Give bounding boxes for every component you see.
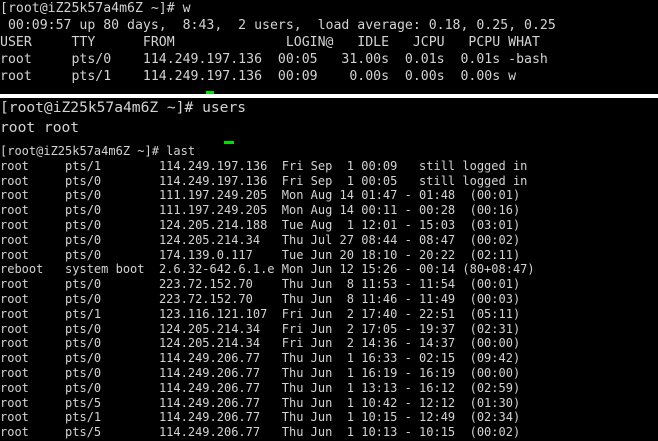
terminal-line: root pts/1 114.249.197.136 Fri Sep 1 00:…: [0, 158, 528, 173]
terminal-pane-users[interactable]: [root@iZ25k57a4m6Z ~]# users root root: [0, 98, 658, 144]
terminal-line: [root@iZ25k57a4m6Z ~]# last: [0, 144, 196, 158]
terminal-window[interactable]: [root@iZ25k57a4m6Z ~]# w 00:09:57 up 80 …: [0, 0, 658, 441]
terminal-line: root pts/5 114.249.206.77 Thu Jun 1 10:4…: [0, 395, 521, 410]
terminal-pane-w[interactable]: [root@iZ25k57a4m6Z ~]# w 00:09:57 up 80 …: [0, 0, 658, 94]
terminal-line: [root@iZ25k57a4m6Z ~]# users: [0, 99, 247, 116]
terminal-line: root pts/0 114.249.197.136 Fri Sep 1 00:…: [0, 173, 528, 188]
terminal-line: root pts/0 111.197.249.205 Mon Aug 14 00…: [0, 203, 521, 218]
terminal-line: root pts/0 174.139.0.117 Tue Jun 20 18:1…: [0, 247, 521, 262]
terminal-line: root pts/0 114.249.206.77 Thu Jun 1 13:1…: [0, 380, 521, 395]
terminal-line: root pts/0 114.249.206.77 Thu Jun 1 16:1…: [0, 365, 521, 380]
terminal-line: root pts/0 111.197.249.205 Mon Aug 14 01…: [0, 188, 521, 203]
terminal-line: root pts/0 223.72.152.70 Thu Jun 8 11:53…: [0, 277, 521, 292]
terminal-line: USER TTY FROM LOGIN@ IDLE JCPU PCPU WHAT: [0, 35, 540, 50]
terminal-line: root pts/0 124.205.214.34 Fri Jun 2 14:3…: [0, 336, 521, 351]
terminal-pane-last[interactable]: [root@iZ25k57a4m6Z ~]# last root pts/1 1…: [0, 144, 658, 441]
terminal-line: root root: [0, 119, 80, 136]
terminal-line: root pts/0 124.205.214.34 Fri Jun 2 17:0…: [0, 321, 521, 336]
terminal-line: root pts/1 123.116.121.107 Fri Jun 2 17:…: [0, 306, 521, 321]
terminal-line: root pts/0 124.205.214.34 Thu Jul 27 08:…: [0, 232, 521, 247]
terminal-line: root pts/0 223.72.152.70 Thu Jun 8 11:46…: [0, 291, 521, 306]
terminal-line: reboot system boot 2.6.32-642.6.1.e Mon …: [0, 262, 535, 277]
terminal-line: root pts/0 124.205.214.188 Tue Aug 1 12:…: [0, 217, 521, 232]
terminal-line: 00:09:57 up 80 days, 8:43, 2 users, load…: [0, 18, 556, 33]
terminal-line: root pts/1 114.249.206.77 Thu Jun 1 10:1…: [0, 410, 521, 425]
terminal-line: root pts/1 114.249.197.136 00:09 0.00s 0…: [0, 69, 517, 84]
terminal-line: [root@iZ25k57a4m6Z ~]# w: [0, 1, 191, 16]
terminal-line: root pts/0 114.249.206.77 Thu Jun 1 16:3…: [0, 351, 521, 366]
terminal-line: root pts/5 114.249.206.77 Thu Jun 1 10:1…: [0, 425, 521, 440]
terminal-line: root pts/0 114.249.197.136 00:05 31.00s …: [0, 52, 548, 67]
